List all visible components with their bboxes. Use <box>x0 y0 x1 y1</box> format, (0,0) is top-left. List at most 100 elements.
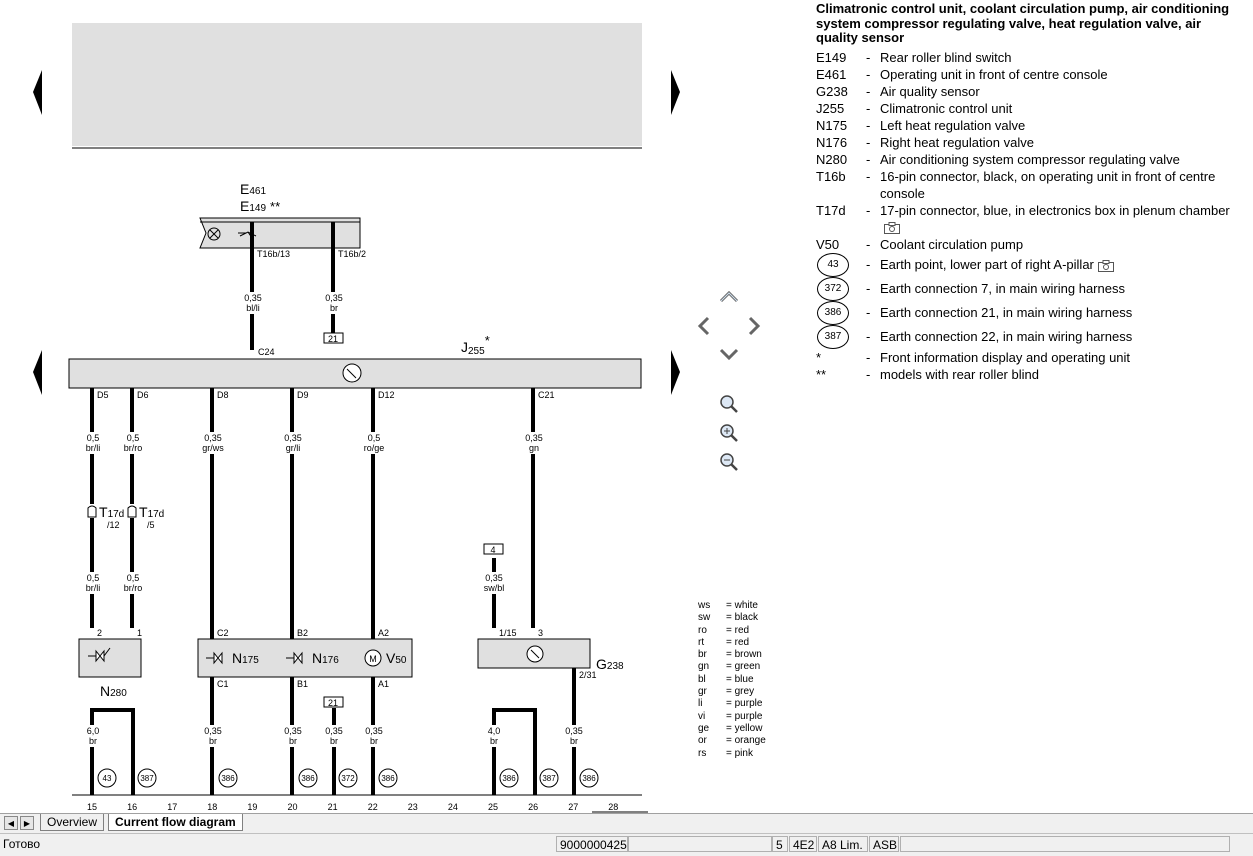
color-key-row: rt = red <box>698 637 766 649</box>
color-key-row: bl = blue <box>698 674 766 686</box>
color-key-row: ge = yellow <box>698 723 766 735</box>
wire-color: gr/ws <box>202 443 224 453</box>
legend-earth-item: 386 - Earth connection 21, in main wiring … <box>816 300 1246 325</box>
pin-label: A2 <box>378 628 389 638</box>
page-number: 5 <box>772 836 788 852</box>
legend-item: T16b -16-pin connector, black, on operati… <box>816 168 1246 202</box>
next-page-arrow-top[interactable] <box>671 70 680 115</box>
color-eq: = <box>726 673 735 685</box>
legend-earth-item: 387 - Earth connection 22, in main wiring … <box>816 324 1246 349</box>
wire-color: br/li <box>86 443 101 453</box>
color-eq: = <box>726 710 735 722</box>
pan-left-button[interactable] <box>697 316 710 336</box>
e461-component <box>199 217 361 249</box>
legend-dash: - <box>866 49 871 65</box>
color-code: gr <box>698 686 707 698</box>
color-name: purple <box>734 710 763 722</box>
legend-earth-item: 372 - Earth connection 7, in main wiring h… <box>816 276 1246 301</box>
wire-color: br <box>330 736 338 746</box>
pan-down-button[interactable] <box>719 348 739 361</box>
wire-color: br <box>330 303 338 313</box>
legend-desc: models with rear roller blind <box>880 366 1039 382</box>
reference-box: 21 <box>328 334 338 344</box>
zoom-fit-icon[interactable] <box>720 395 738 413</box>
legend-desc: 17-pin connector, blue, in electronics b… <box>880 202 1246 236</box>
color-eq: = <box>726 636 735 648</box>
legend-item: N280 - Air conditioning system compressor … <box>816 151 1246 168</box>
legend-panel: Climatronic control unit, coolant circul… <box>816 1 1246 383</box>
tab-scroll-right-icon[interactable]: ▶ <box>20 816 34 830</box>
legend-dash: - <box>866 100 871 116</box>
engine-code: ASB <box>869 836 899 852</box>
track-number: 25 <box>488 802 498 812</box>
legend-note: * - Front information display and operatin… <box>816 349 1246 366</box>
legend-desc: Operating unit in front of centre consol… <box>880 66 1108 82</box>
color-key-row: ro = red <box>698 625 766 637</box>
svg-text:M: M <box>369 654 377 664</box>
wire-size: 6,0 <box>87 726 100 736</box>
zoom-out-icon[interactable] <box>720 453 738 471</box>
zoom-in-icon[interactable] <box>720 424 738 442</box>
color-code: ro <box>698 624 707 636</box>
previous-page-panel <box>72 23 642 146</box>
legend-dash: - <box>866 151 871 167</box>
color-key-row: or = orange <box>698 735 766 747</box>
reference-box: 4 <box>490 545 495 555</box>
tab-overview[interactable]: Overview <box>40 814 105 831</box>
next-page-arrow[interactable] <box>671 350 680 395</box>
prev-page-arrow-top[interactable] <box>33 70 42 115</box>
model-code: 4E2 <box>789 836 817 852</box>
legend-dash: - <box>866 329 871 344</box>
track-number: 23 <box>408 802 418 812</box>
legend-item: T17d -17-pin connector, blue, in electron… <box>816 202 1246 236</box>
prev-page-arrow[interactable] <box>33 350 42 395</box>
legend-code: * <box>816 349 822 365</box>
diagram-title: Climatronic control unit, coolant circul… <box>816 1 1230 45</box>
color-code: rt <box>698 636 705 648</box>
color-code: br <box>698 649 707 661</box>
pin-label: A1 <box>378 679 389 689</box>
camera-icon[interactable] <box>884 222 900 235</box>
track-number: 24 <box>448 802 458 812</box>
color-key-row: sw = black <box>698 612 766 624</box>
color-name: green <box>734 661 761 673</box>
legend-code: J255 <box>816 100 845 116</box>
pin-label: B2 <box>297 628 308 638</box>
track-number: 26 <box>528 802 538 812</box>
wire-size: 0,35 <box>525 433 543 443</box>
status-bar: Готово 9000000425 5 4E2 A8 Lim. ASB <box>0 833 1253 856</box>
pan-up-button[interactable] <box>719 290 739 303</box>
wire-color: gr/li <box>286 443 301 453</box>
pan-right-button[interactable] <box>748 316 761 336</box>
pin-label: D6 <box>137 390 149 400</box>
track-number: 20 <box>287 802 297 812</box>
document-number: 9000000425 <box>556 836 628 852</box>
track-number: 27 <box>568 802 578 812</box>
legend-dash: - <box>866 202 871 218</box>
wire-color: br <box>490 736 498 746</box>
legend-desc: Right heat regulation valve <box>880 134 1034 150</box>
wire-color: br <box>289 736 297 746</box>
legend-code: N176 <box>816 134 848 150</box>
wire-size: 0,5 <box>127 433 140 443</box>
pin-t16b13: T16b/13 <box>257 249 290 259</box>
wire-color: br/li <box>86 583 101 593</box>
legend-code: ** <box>816 366 827 382</box>
legend-code: N280 <box>816 151 848 167</box>
track-number: 16 <box>127 802 137 812</box>
status-empty-field <box>900 836 1230 852</box>
color-name: white <box>734 600 758 611</box>
tab-current-flow-diagram[interactable]: Current flow diagram <box>108 814 243 831</box>
legend-desc: Front information display and operating … <box>880 349 1131 365</box>
color-key-row: gr = grey <box>698 686 766 698</box>
legend-code: N175 <box>816 117 848 133</box>
camera-icon[interactable] <box>1097 259 1114 272</box>
color-name: grey <box>734 686 755 698</box>
color-eq: = <box>726 686 735 698</box>
n280-component <box>78 638 142 678</box>
wire-color: br <box>209 736 217 746</box>
reference-box: 21 <box>328 698 338 708</box>
wire-size: 0,35 <box>365 726 383 736</box>
tab-scroll-left-icon[interactable]: ◀ <box>4 816 18 830</box>
tab-bar: ◀ ▶ Overview Current flow diagram <box>0 813 1253 833</box>
